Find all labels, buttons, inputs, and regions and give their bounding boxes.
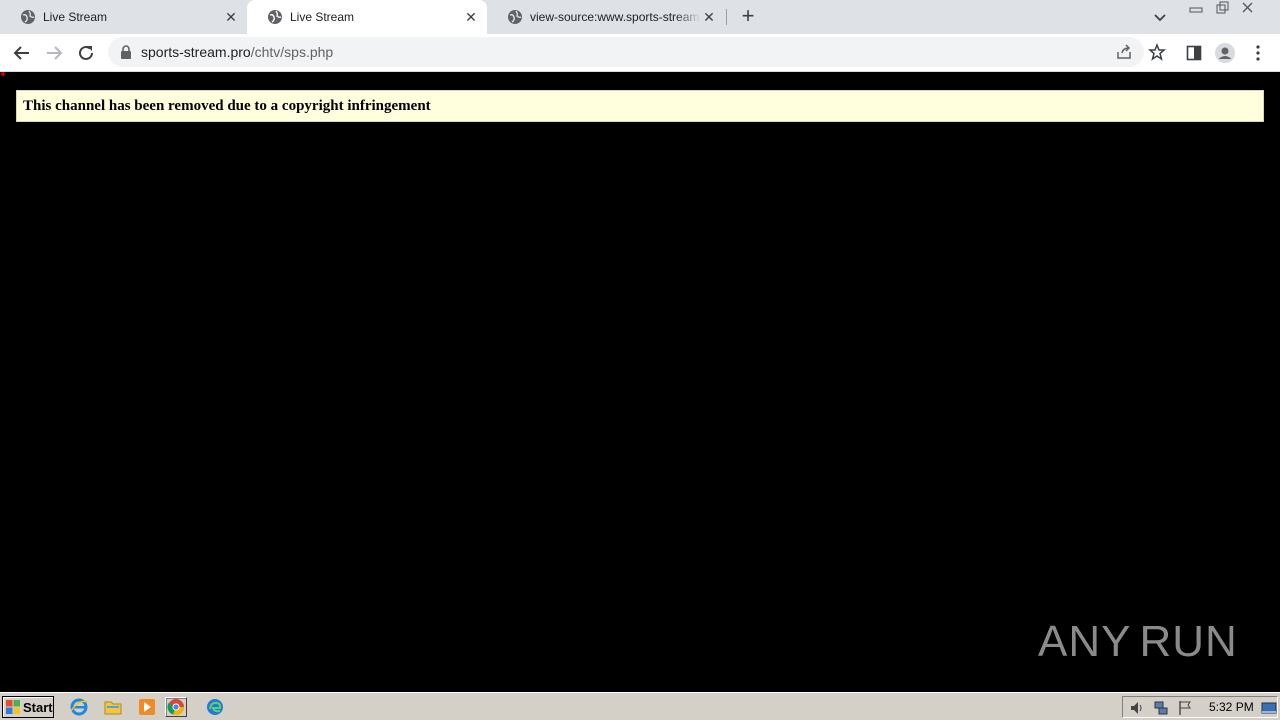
kebab-menu-icon	[1256, 45, 1260, 61]
globe-icon	[508, 10, 522, 24]
clock[interactable]: 5:32 PM	[1209, 700, 1254, 714]
file-explorer-button[interactable]	[102, 697, 124, 717]
close-tab-icon[interactable]: ✕	[463, 9, 479, 25]
restore-icon[interactable]	[1209, 0, 1235, 18]
watermark-right-text: RUN	[1139, 617, 1238, 666]
taskbar: Start 5:32 PM	[0, 692, 1280, 720]
edge-button[interactable]	[204, 697, 226, 717]
start-button[interactable]: Start	[2, 696, 54, 718]
globe-icon	[21, 10, 35, 24]
start-label: Start	[23, 699, 53, 715]
tab-live-stream-2[interactable]: Live Stream ✕	[247, 0, 487, 34]
tab-search-chevron-icon[interactable]	[1152, 9, 1168, 25]
lock-icon[interactable]	[120, 45, 132, 59]
profile-button[interactable]	[1215, 43, 1235, 63]
show-desktop-icon[interactable]	[1261, 700, 1277, 716]
tab-title: Live Stream	[43, 10, 108, 24]
bookmark-star-icon[interactable]	[1148, 43, 1166, 61]
close-tab-icon[interactable]: ✕	[701, 9, 717, 25]
globe-icon	[268, 10, 282, 24]
red-dot	[1, 72, 5, 76]
window-controls	[1183, 0, 1261, 18]
tab-title: view-source:www.sports-stream.pro	[530, 10, 701, 24]
watermark-left-text: ANY	[1038, 617, 1132, 666]
reload-button[interactable]	[74, 41, 98, 65]
copyright-notice: This channel has been removed due to a c…	[16, 90, 1264, 122]
edge-icon	[207, 699, 223, 715]
notice-text: This channel has been removed due to a c…	[23, 98, 431, 114]
forward-button[interactable]	[42, 41, 66, 65]
reload-icon	[79, 45, 93, 60]
internet-explorer-button[interactable]	[68, 697, 90, 717]
side-panel-button[interactable]	[1184, 43, 1204, 63]
tab-strip: Live Stream ✕ Live Stream ✕ view-source:…	[0, 0, 1280, 34]
forward-arrow-icon	[47, 46, 63, 60]
close-tab-icon[interactable]: ✕	[223, 9, 239, 25]
media-player-icon	[139, 699, 155, 715]
url-host: sports-stream.pro	[141, 44, 251, 60]
side-panel-icon	[1186, 45, 1202, 61]
menu-button[interactable]	[1248, 43, 1268, 63]
network-icon[interactable]	[1153, 700, 1169, 716]
ie-icon	[70, 698, 88, 716]
minimize-icon[interactable]	[1183, 0, 1209, 18]
chrome-icon	[167, 699, 185, 716]
tab-view-source[interactable]: view-source:www.sports-stream.pro ✕	[487, 0, 725, 34]
windows-flag-icon	[6, 700, 20, 714]
media-player-button[interactable]	[136, 697, 158, 717]
page-content: This channel has been removed due to a c…	[0, 72, 1280, 692]
share-icon[interactable]	[1116, 44, 1132, 60]
folder-icon	[104, 701, 122, 715]
tab-live-stream-1[interactable]: Live Stream ✕	[0, 0, 247, 34]
address-bar[interactable]: sports-stream.pro/chtv/sps.php	[108, 37, 1166, 67]
close-window-icon[interactable]	[1235, 0, 1261, 18]
chrome-button[interactable]	[165, 697, 187, 717]
new-tab-button[interactable]: +	[736, 5, 760, 29]
tab-separator	[726, 9, 727, 25]
action-center-flag-icon[interactable]	[1177, 700, 1193, 716]
avatar-icon	[1215, 43, 1235, 63]
url-path: /chtv/sps.php	[250, 44, 334, 60]
back-arrow-icon	[13, 46, 29, 60]
speaker-icon[interactable]	[1129, 700, 1145, 716]
browser-toolbar: sports-stream.pro/chtv/sps.php	[0, 34, 1280, 72]
tab-title: Live Stream	[290, 10, 355, 24]
system-tray: 5:32 PM	[1122, 696, 1278, 718]
url-text[interactable]: sports-stream.pro/chtv/sps.php	[141, 44, 333, 60]
anyrun-watermark: ANY RUN	[1038, 610, 1238, 674]
back-button[interactable]	[10, 41, 34, 65]
